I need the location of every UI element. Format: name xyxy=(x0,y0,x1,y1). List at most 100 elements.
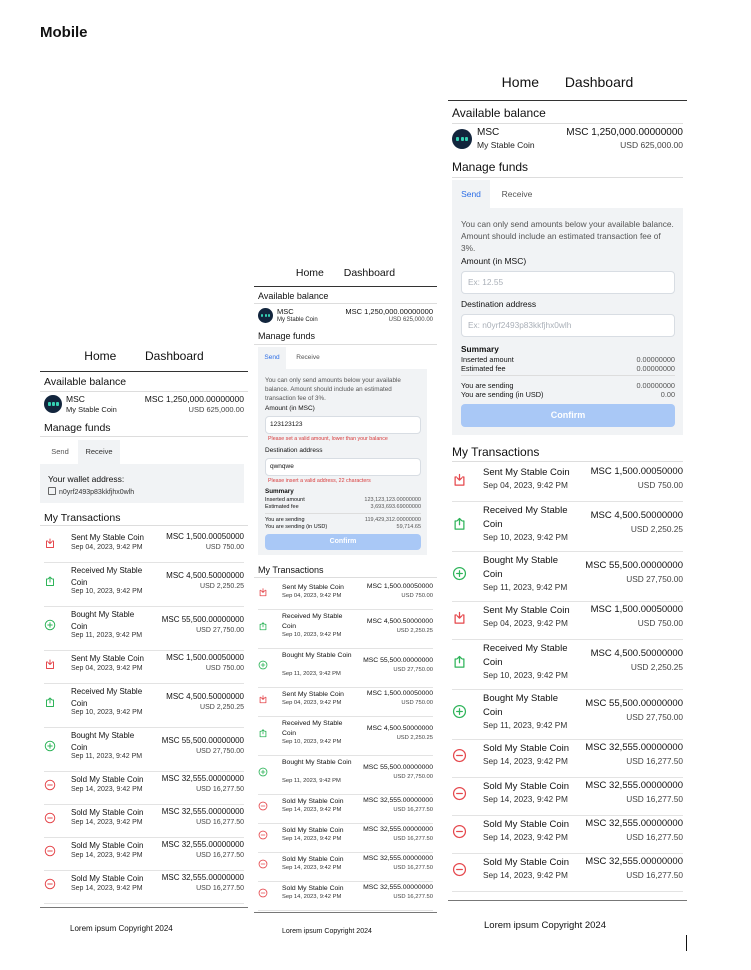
tab-receive[interactable]: Receive xyxy=(492,180,542,208)
transaction-row[interactable]: Sold My Stable Coin Sep 14, 2023, 9:42 PM… xyxy=(44,805,244,838)
transaction-date: Sep 04, 2023, 9:42 PM xyxy=(282,592,342,599)
transaction-row[interactable]: Sold My Stable Coin Sep 14, 2023, 9:42 PM… xyxy=(452,778,683,816)
sending-usd-label: You are sending (in USD) xyxy=(461,390,544,399)
coin-name: My Stable Coin xyxy=(477,140,535,150)
balance-usd: USD 625,000.00 xyxy=(388,317,433,323)
transactions-heading: My Transactions xyxy=(44,512,121,524)
transaction-row[interactable]: Received My Stable Coin Sep 10, 2023, 9:4… xyxy=(44,684,244,728)
tab-receive[interactable]: Receive xyxy=(78,440,120,464)
transaction-row[interactable]: Bought My Stable Coin Sep 11, 2023, 9:42 … xyxy=(258,756,433,795)
transaction-usd: USD 16,277.50 xyxy=(393,835,433,842)
manage-funds-heading: Manage funds xyxy=(44,422,111,434)
nav-dashboard[interactable]: Dashboard xyxy=(344,267,395,279)
transaction-title: Bought My Stable Coin xyxy=(282,652,352,659)
destination-label: Destination address xyxy=(461,299,537,309)
confirm-button[interactable]: Confirm xyxy=(461,404,675,427)
transaction-row[interactable]: Sent My Stable Coin Sep 04, 2023, 9:42 PM… xyxy=(452,602,683,640)
transaction-title: Sold My Stable Coin xyxy=(282,798,344,805)
transaction-row[interactable]: Sent My Stable Coin Sep 04, 2023, 9:42 PM… xyxy=(258,688,433,717)
transaction-date: Sep 14, 2023, 9:42 PM xyxy=(282,893,342,900)
transaction-row[interactable]: Sold My Stable Coin Sep 14, 2023, 9:42 PM… xyxy=(258,795,433,824)
transaction-row[interactable]: Bought My Stable Coin Sep 11, 2023, 9:42 … xyxy=(258,649,433,688)
coin-code: MSC xyxy=(277,307,294,316)
amount-input[interactable]: 123123123 xyxy=(265,416,421,434)
transaction-row[interactable]: Sold My Stable Coin Sep 14, 2023, 9:42 PM… xyxy=(44,772,244,805)
transaction-row[interactable]: Sold My Stable Coin Sep 14, 2023, 9:42 PM… xyxy=(44,838,244,871)
confirm-button[interactable]: Confirm xyxy=(265,534,421,550)
transaction-row[interactable]: Received My Stable Coin Sep 10, 2023, 9:4… xyxy=(258,610,433,649)
nav-home[interactable]: Home xyxy=(84,349,116,363)
transaction-title: Sold My Stable Coin xyxy=(71,775,144,784)
transaction-title: Received My Stable Coin xyxy=(71,687,143,708)
amount-input[interactable]: Ex: 12.55 xyxy=(461,271,675,294)
transaction-usd: USD 2,250.25 xyxy=(630,523,683,534)
transaction-amount: MSC 32,555.00000000 xyxy=(585,780,683,791)
wallet-address[interactable]: n0yrf2493p83kkfjhx0wlh xyxy=(48,487,134,496)
balance-row: MSC My Stable Coin MSC 1,250,000.0000000… xyxy=(44,394,244,416)
transaction-row[interactable]: Sold My Stable Coin Sep 14, 2023, 9:42 PM… xyxy=(452,854,683,892)
minus-circle-icon xyxy=(258,888,268,900)
nav-dashboard[interactable]: Dashboard xyxy=(145,349,204,363)
minus-circle-icon xyxy=(452,862,467,879)
transaction-usd: USD 27,750.00 xyxy=(393,666,433,673)
transaction-row[interactable]: Sent My Stable Coin Sep 04, 2023, 9:42 PM… xyxy=(44,651,244,684)
coin-logo-icon xyxy=(44,395,62,413)
divider xyxy=(254,344,437,345)
amount-error: Please set a valid amount, lower than yo… xyxy=(268,436,388,442)
transaction-amount: MSC 4,500.50000000 xyxy=(590,510,683,521)
transaction-date: Sep 14, 2023, 9:42 PM xyxy=(483,755,568,766)
transaction-usd: USD 16,277.50 xyxy=(626,869,683,880)
transaction-row[interactable]: Received My Stable Coin Sep 10, 2023, 9:4… xyxy=(452,640,683,690)
nav-home[interactable]: Home xyxy=(502,74,539,90)
inserted-value: 123,123,123.00000000 xyxy=(364,497,421,503)
transaction-amount: MSC 4,500.50000000 xyxy=(166,571,244,580)
nav-home[interactable]: Home xyxy=(296,267,324,279)
transaction-usd: USD 27,750.00 xyxy=(196,626,244,634)
coin-logo-icon xyxy=(258,308,273,323)
transaction-row[interactable]: Sold My Stable Coin Sep 14, 2023, 9:42 PM… xyxy=(258,853,433,882)
tab-send[interactable]: Send xyxy=(44,440,76,464)
transaction-row[interactable]: Sent My Stable Coin Sep 04, 2023, 9:42 PM… xyxy=(44,530,244,563)
tab-receive[interactable]: Receive xyxy=(288,347,328,369)
balance-usd: USD 625,000.00 xyxy=(188,405,244,414)
transaction-row[interactable]: Received My Stable Coin Sep 10, 2023, 9:4… xyxy=(452,502,683,552)
transaction-date: Sep 10, 2023, 9:42 PM xyxy=(282,631,342,638)
inserted-value: 0.00000000 xyxy=(636,355,675,364)
inserted-label: Inserted amount xyxy=(265,497,305,503)
nav-dashboard[interactable]: Dashboard xyxy=(565,74,634,90)
tab-send[interactable]: Send xyxy=(452,180,490,208)
transaction-row[interactable]: Sent My Stable Coin Sep 04, 2023, 9:42 PM… xyxy=(258,581,433,610)
transaction-row[interactable]: Sold My Stable Coin Sep 14, 2023, 9:42 PM… xyxy=(258,882,433,911)
upload-tray-icon xyxy=(44,575,56,589)
divider xyxy=(40,391,248,392)
transaction-usd: USD 16,277.50 xyxy=(393,893,433,900)
transaction-row[interactable]: Sold My Stable Coin Sep 14, 2023, 9:42 PM… xyxy=(44,871,244,904)
transaction-title: Sold My Stable Coin xyxy=(71,808,144,817)
transaction-row[interactable]: Bought My Stable Coin Sep 11, 2023, 9:42 … xyxy=(452,690,683,740)
transaction-row[interactable]: Sent My Stable Coin Sep 04, 2023, 9:42 PM… xyxy=(452,464,683,502)
tab-send[interactable]: Send xyxy=(258,347,286,369)
download-tray-icon xyxy=(258,694,268,706)
transaction-row[interactable]: Sold My Stable Coin Sep 14, 2023, 9:42 PM… xyxy=(452,816,683,854)
destination-input[interactable]: Ex: n0yrf2493p83kkfjhx0wlh xyxy=(461,314,675,337)
destination-input[interactable]: qwnqwe xyxy=(265,458,421,476)
transaction-row[interactable]: Sold My Stable Coin Sep 14, 2023, 9:42 PM… xyxy=(452,740,683,778)
amount-label: Amount (in MSC) xyxy=(265,405,315,412)
inserted-label: Inserted amount xyxy=(461,355,514,364)
transaction-row[interactable]: Received My Stable Coin Sep 10, 2023, 9:4… xyxy=(44,563,244,607)
destination-error: Please insert a valid address, 22 charac… xyxy=(268,478,371,484)
footer-copyright: Lorem ipsum Copyright 2024 xyxy=(70,924,173,933)
fee-value: 3,693,693.69000000 xyxy=(370,504,421,510)
transaction-usd: USD 2,250.25 xyxy=(396,627,433,634)
transaction-usd: USD 750.00 xyxy=(637,617,683,628)
divider xyxy=(265,513,421,514)
transaction-row[interactable]: Sold My Stable Coin Sep 14, 2023, 9:42 PM… xyxy=(258,824,433,853)
transaction-date: Sep 11, 2023, 9:42 PM xyxy=(483,719,568,730)
transaction-row[interactable]: Bought My Stable Coin Sep 11, 2023, 9:42 … xyxy=(44,728,244,772)
transaction-amount: MSC 32,555.00000000 xyxy=(585,818,683,829)
transaction-row[interactable]: Bought My Stable Coin Sep 11, 2023, 9:42 … xyxy=(44,607,244,651)
copy-icon[interactable] xyxy=(48,487,56,495)
transaction-row[interactable]: Received My Stable Coin Sep 10, 2023, 9:4… xyxy=(258,717,433,756)
transaction-row[interactable]: Bought My Stable Coin Sep 11, 2023, 9:42 … xyxy=(452,552,683,602)
transaction-amount: MSC 32,555.00000000 xyxy=(363,884,433,891)
